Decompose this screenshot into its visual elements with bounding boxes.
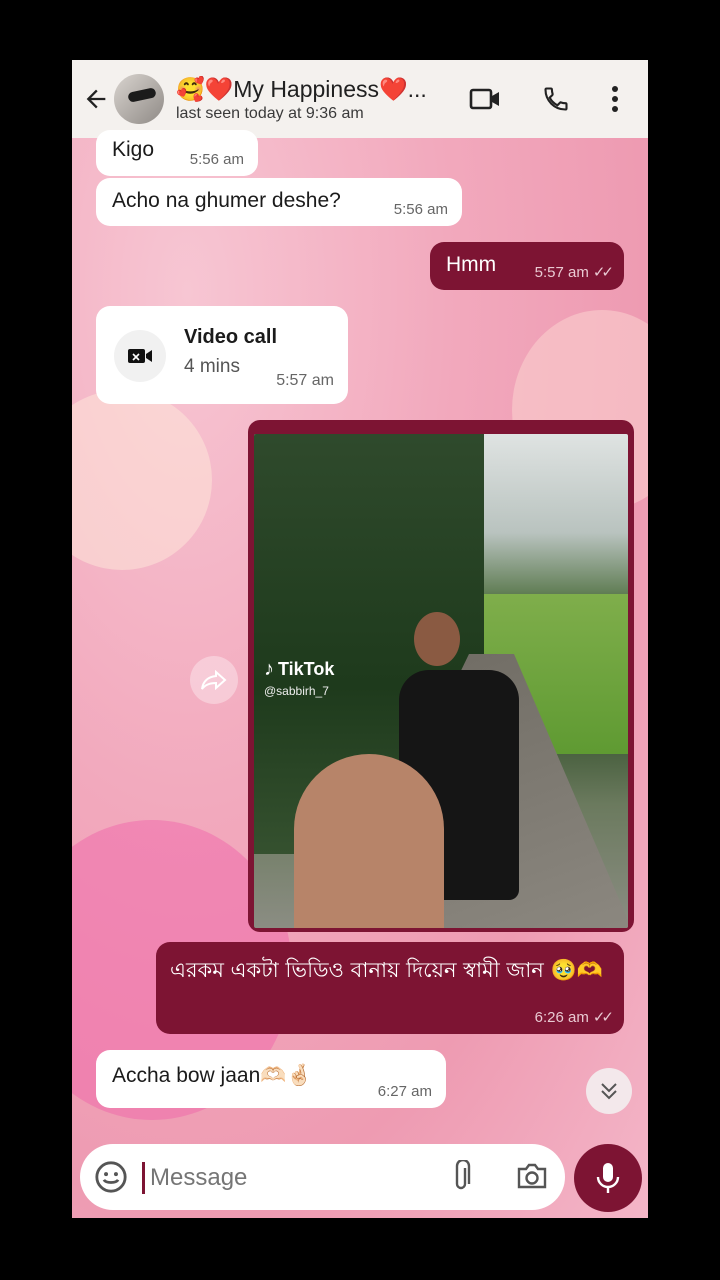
message-time: 5:57 am ✓✓ xyxy=(534,264,614,281)
message-composer xyxy=(80,1144,565,1210)
tiktok-brand: TikTok xyxy=(278,659,335,679)
chevron-double-down-icon xyxy=(601,1083,617,1100)
video-call-button[interactable] xyxy=(466,80,504,118)
video-call-icon-wrap xyxy=(114,330,166,382)
call-type: Video call xyxy=(184,326,278,348)
camera-button[interactable] xyxy=(516,1162,548,1192)
video-thumbnail[interactable]: ♪ TikTok @sabbirh_7 xyxy=(254,434,628,928)
message-bubble-outgoing[interactable]: Hmm 5:57 am ✓✓ xyxy=(430,242,624,290)
more-options-button[interactable] xyxy=(604,80,626,118)
read-ticks-icon: ✓✓ xyxy=(592,1009,614,1026)
message-time: 5:57 am xyxy=(276,372,334,389)
emoji-icon xyxy=(95,1161,127,1193)
video-call-log[interactable]: Video call 4 mins 5:57 am xyxy=(96,306,348,404)
tiktok-handle: @sabbirh_7 xyxy=(264,684,329,698)
message-time: 5:56 am xyxy=(189,151,244,168)
message-bubble-outgoing[interactable]: এরকম একটা ভিডিও বানায় দিয়েন স্বামী জান… xyxy=(156,942,624,1034)
message-bubble-incoming[interactable]: Accha bow jaan🫶🏻🤞🏻 6:27 am xyxy=(96,1050,446,1108)
arm xyxy=(294,754,444,928)
share-icon xyxy=(201,670,227,690)
voice-call-button[interactable] xyxy=(538,80,574,118)
message-text: Accha bow jaan🫶🏻🤞🏻 xyxy=(112,1064,313,1087)
message-bubble-incoming[interactable]: Kigo 5:56 am xyxy=(96,130,258,176)
message-bubble-incoming[interactable]: Acho na ghumer deshe? 5:56 am xyxy=(96,178,462,226)
background-flower xyxy=(72,390,212,570)
back-button[interactable] xyxy=(72,60,120,138)
text-cursor xyxy=(142,1162,145,1194)
message-text: Acho na ghumer deshe? xyxy=(112,189,341,212)
back-arrow-icon xyxy=(86,89,106,109)
video-message[interactable]: ♪ TikTok @sabbirh_7 xyxy=(248,420,634,932)
video-call-icon xyxy=(128,349,152,363)
contact-info[interactable]: 🥰❤️My Happiness❤️... last seen today at … xyxy=(176,76,446,123)
call-duration: 4 mins xyxy=(184,356,240,377)
phone-icon xyxy=(544,87,568,111)
chat-screen: 🥰❤️My Happiness❤️... last seen today at … xyxy=(72,60,648,1218)
message-input[interactable] xyxy=(148,1156,432,1200)
message-text: এরকম একটা ভিডিও বানায় দিয়েন স্বামী জান… xyxy=(170,958,603,982)
contact-name: 🥰❤️My Happiness❤️... xyxy=(176,75,427,102)
more-vert-icon xyxy=(612,86,618,112)
message-text: Kigo xyxy=(112,138,155,161)
message-text: Hmm xyxy=(446,253,497,276)
chat-header: 🥰❤️My Happiness❤️... last seen today at … xyxy=(72,60,648,138)
last-seen: last seen today at 9:36 am xyxy=(176,104,364,122)
message-time: 6:26 am ✓✓ xyxy=(534,1009,614,1026)
avatar[interactable] xyxy=(114,74,164,124)
attach-icon xyxy=(455,1158,471,1190)
share-button[interactable] xyxy=(190,656,238,704)
person-head xyxy=(414,612,460,666)
message-time: 6:27 am xyxy=(377,1083,432,1100)
tiktok-icon: ♪ xyxy=(264,658,274,680)
emoji-button[interactable] xyxy=(94,1160,128,1194)
tiktok-watermark: ♪ TikTok xyxy=(264,658,334,681)
camera-icon xyxy=(517,1163,547,1189)
mic-icon xyxy=(596,1163,620,1193)
scroll-to-bottom-button[interactable] xyxy=(586,1068,632,1114)
read-ticks-icon: ✓✓ xyxy=(592,264,614,281)
attach-button[interactable] xyxy=(450,1158,476,1194)
voice-record-button[interactable] xyxy=(574,1144,642,1212)
video-camera-icon xyxy=(469,88,499,110)
message-time: 5:56 am xyxy=(393,201,448,218)
